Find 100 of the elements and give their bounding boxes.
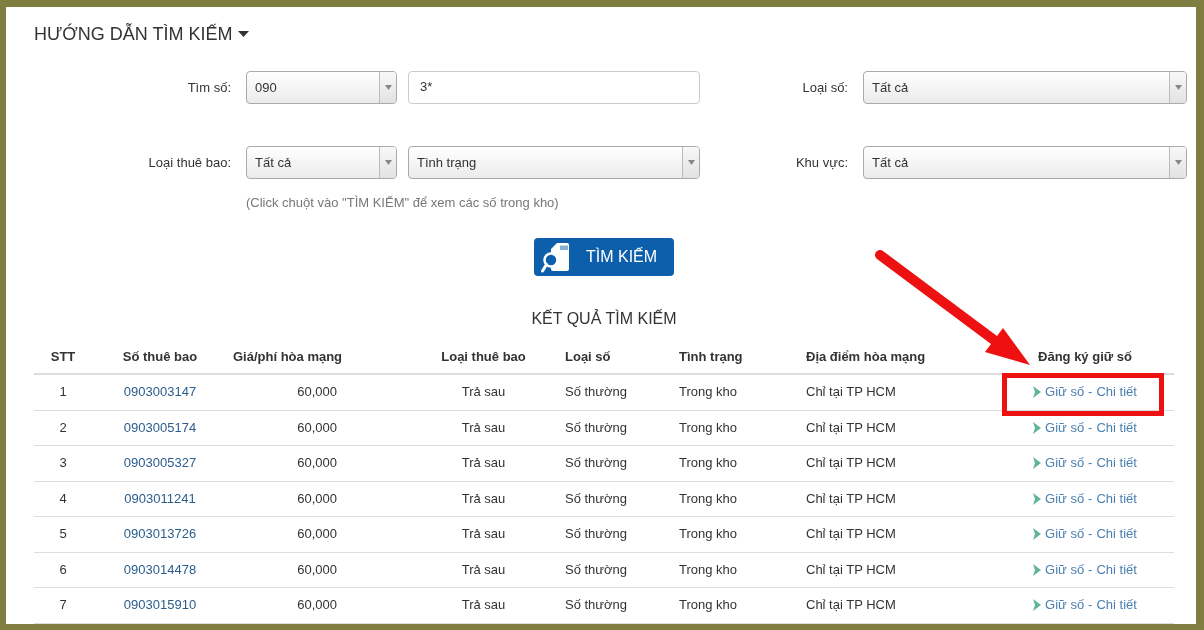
dropdown-arrow-icon: [687, 160, 695, 165]
hold-number-link[interactable]: Giữ số: [1045, 561, 1085, 578]
column-header: Loại thuê bao: [441, 348, 526, 365]
table-cell: 60,000: [297, 597, 337, 614]
phone-number-link[interactable]: 0903013726: [123, 526, 197, 543]
triangle-right-icon: [1033, 386, 1042, 399]
link-separator: -: [1088, 384, 1093, 401]
triangle-right-icon: [1033, 528, 1042, 541]
dropdown-select[interactable]: Tất cả: [863, 146, 1187, 179]
table-cell: Số thường: [565, 597, 628, 614]
table-cell: Trong kho: [679, 455, 738, 472]
column-header: Tình trạng: [679, 348, 743, 365]
table-cell: Số thường: [565, 419, 628, 436]
dropdown-select[interactable]: 090: [246, 71, 397, 104]
dropdown-arrow-icon: [384, 85, 392, 90]
column-header: Địa điểm hòa mạng: [806, 348, 926, 365]
table-cell: Trong kho: [679, 561, 738, 578]
table-cell: Trong kho: [679, 597, 738, 614]
column-header: Loại số: [565, 348, 611, 365]
row-number: 5: [59, 526, 67, 543]
search-button[interactable]: TÌM KIẾM: [534, 238, 674, 276]
details-link[interactable]: Chi tiết: [1096, 561, 1137, 578]
table-cell: 60,000: [297, 455, 337, 472]
row-number: 6: [59, 561, 67, 578]
table-cell: Trả sau: [461, 526, 506, 543]
triangle-right-icon: [1033, 421, 1042, 434]
table-cell: Trong kho: [679, 384, 738, 401]
field-label: Tìm số:: [187, 79, 231, 96]
table-cell: Trả sau: [461, 561, 506, 578]
column-header: Đăng ký giữ số: [1038, 348, 1132, 365]
caret-down-icon: [238, 31, 250, 37]
phone-number-link[interactable]: 0903003147: [123, 384, 197, 401]
triangle-right-icon: [1033, 563, 1042, 576]
link-separator: -: [1088, 597, 1093, 614]
hold-number-link[interactable]: Giữ số: [1045, 597, 1085, 614]
hold-number-link[interactable]: Giữ số: [1045, 455, 1085, 472]
table-cell: Chỉ tại TP HCM: [806, 419, 896, 436]
table-cell: Chỉ tại TP HCM: [806, 490, 896, 507]
triangle-right-icon: [1033, 492, 1042, 505]
link-separator: -: [1088, 419, 1093, 436]
dropdown-arrow-icon: [1174, 160, 1182, 165]
details-link[interactable]: Chi tiết: [1096, 455, 1137, 472]
phone-number-link[interactable]: 0903015910: [123, 597, 197, 614]
guide-toggle[interactable]: HƯỚNG DẪN TÌM KIẾM: [34, 22, 250, 46]
table-cell: 60,000: [297, 384, 337, 401]
table-cell: 60,000: [297, 490, 337, 507]
link-separator: -: [1088, 526, 1093, 543]
dropdown-select[interactable]: Tình trạng: [408, 146, 700, 179]
details-link[interactable]: Chi tiết: [1096, 597, 1137, 614]
row-number: 7: [59, 597, 67, 614]
dropdown-select[interactable]: Tất cả: [246, 146, 397, 179]
link-separator: -: [1088, 561, 1093, 578]
link-separator: -: [1088, 455, 1093, 472]
table-cell: Trả sau: [461, 597, 506, 614]
table-cell: Trả sau: [461, 419, 506, 436]
table-cell: Trong kho: [679, 490, 738, 507]
table-cell: 60,000: [297, 561, 337, 578]
table-cell: Trả sau: [461, 384, 506, 401]
hint-text: (Click chuột vào "TÌM KIẾM" để xem các số trong kho): [246, 194, 559, 211]
search-input[interactable]: 3*: [408, 71, 700, 104]
table-cell: Chỉ tại TP HCM: [806, 526, 896, 543]
dropdown-select[interactable]: Tất cả: [863, 71, 1187, 104]
table-cell: Số thường: [565, 561, 628, 578]
field-label: Khu vực:: [795, 154, 848, 171]
row-number: 2: [59, 419, 67, 436]
phone-number-link[interactable]: 0903011241: [124, 490, 196, 507]
table-cell: Trả sau: [461, 455, 506, 472]
table-cell: Chỉ tại TP HCM: [806, 561, 896, 578]
hold-number-link[interactable]: Giữ số: [1045, 526, 1085, 543]
table-cell: Trong kho: [679, 419, 738, 436]
column-header: Số thuê bao: [122, 348, 198, 365]
hold-number-link[interactable]: Giữ số: [1045, 490, 1085, 507]
table-cell: Trong kho: [679, 526, 738, 543]
row-number: 3: [59, 455, 67, 472]
field-label: Loại thuê bao:: [148, 154, 231, 171]
table-cell: Số thường: [565, 384, 628, 401]
triangle-right-icon: [1033, 599, 1042, 612]
phone-number-link[interactable]: 0903005174: [123, 419, 197, 436]
phone-number-link[interactable]: 0903005327: [123, 455, 197, 472]
table-cell: Chỉ tại TP HCM: [806, 455, 896, 472]
dropdown-arrow-icon: [384, 160, 392, 165]
details-link[interactable]: Chi tiết: [1096, 490, 1137, 507]
link-separator: -: [1088, 490, 1093, 507]
phone-number-link[interactable]: 0903014478: [123, 561, 197, 578]
table-cell: Số thường: [565, 490, 628, 507]
dropdown-arrow-icon: [1174, 85, 1182, 90]
results-title: KẾT QUẢ TÌM KIẾM: [531, 310, 677, 328]
table-cell: Số thường: [565, 526, 628, 543]
column-header: STT: [50, 348, 76, 365]
column-header: Giá/phí hòa mạng: [233, 348, 343, 365]
hold-number-link[interactable]: Giữ số: [1045, 384, 1085, 401]
details-link[interactable]: Chi tiết: [1096, 526, 1137, 543]
details-link[interactable]: Chi tiết: [1096, 419, 1137, 436]
table-cell: Chỉ tại TP HCM: [806, 597, 896, 614]
table-cell: 60,000: [297, 419, 337, 436]
row-number: 4: [59, 490, 67, 507]
hold-number-link[interactable]: Giữ số: [1045, 419, 1085, 436]
details-link[interactable]: Chi tiết: [1096, 384, 1137, 401]
field-label: Loại số:: [802, 79, 848, 96]
table-cell: Số thường: [565, 455, 628, 472]
